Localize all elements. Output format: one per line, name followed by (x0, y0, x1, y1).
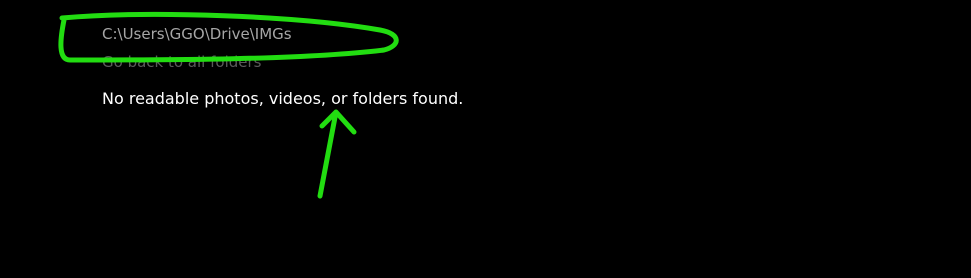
annotation-arrow (317, 109, 357, 199)
folder-path: C:\Users\GGO\Drive\IMGs (102, 25, 292, 43)
back-to-all-folders-link[interactable]: Go back to all folders (102, 52, 261, 72)
empty-state-message: No readable photos, videos, or folders f… (102, 89, 464, 108)
photos-folder-view: C:\Users\GGO\Drive\IMGs Go back to all f… (0, 0, 971, 278)
